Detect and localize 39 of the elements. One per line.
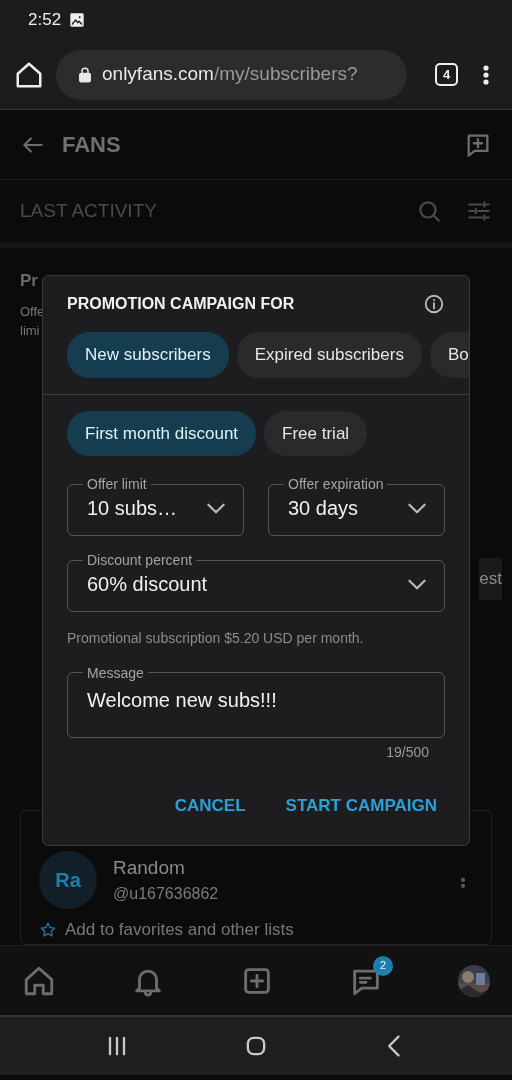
unread-badge: 2 bbox=[373, 955, 393, 976]
message-text: Welcome new subs!!! bbox=[87, 688, 278, 714]
offer-type-chip[interactable]: Free trial bbox=[264, 410, 368, 456]
avatar: Ra bbox=[39, 851, 97, 909]
field-label: Offer expiration bbox=[287, 476, 385, 493]
select-value: 60% discount bbox=[87, 571, 208, 597]
select-field[interactable]: Offer expiration 30 days bbox=[268, 476, 445, 536]
offer-type-chip[interactable]: First month discount bbox=[67, 410, 257, 456]
select-field[interactable]: Discount percent 60% discount bbox=[67, 551, 445, 612]
select-value: 30 days bbox=[288, 495, 359, 521]
select-field[interactable]: Offer limit 10 subs… bbox=[67, 476, 244, 536]
tab-count-button[interactable]: 4 bbox=[435, 63, 458, 86]
status-time: 2:52 bbox=[28, 9, 62, 32]
filter-icon[interactable] bbox=[466, 198, 492, 224]
background-text: est bbox=[479, 558, 502, 600]
cancel-button[interactable]: CANCEL bbox=[166, 787, 254, 825]
lock-icon bbox=[76, 65, 94, 84]
field-label: Message bbox=[86, 664, 145, 682]
audience-chip[interactable]: Expired subscribers bbox=[236, 332, 422, 378]
image-icon bbox=[69, 12, 86, 28]
add-to-lists-link[interactable]: Add to favorites and other lists bbox=[65, 917, 294, 943]
fan-name[interactable]: Random bbox=[113, 853, 437, 883]
audience-chip[interactable]: Bo bbox=[429, 332, 469, 378]
start-campaign-button[interactable]: START CAMPAIGN bbox=[277, 787, 445, 825]
search-icon[interactable] bbox=[416, 198, 442, 224]
audience-chip[interactable]: New subscribers bbox=[67, 332, 229, 378]
dialog-title: PROMOTION CAMPAIGN FOR bbox=[67, 294, 295, 314]
select-value: 10 subs… bbox=[87, 495, 178, 521]
star-icon bbox=[39, 920, 57, 939]
character-counter: 19/500 bbox=[386, 743, 429, 763]
price-note: Promotional subscription $5.20 USD per month. bbox=[67, 628, 365, 648]
field-label: Offer limit bbox=[86, 476, 148, 493]
background-text: Pr bbox=[20, 270, 39, 292]
info-icon[interactable] bbox=[423, 293, 445, 315]
address-bar[interactable]: onlyfans.com/my/subscribers? bbox=[56, 49, 407, 100]
field-label: Discount percent bbox=[86, 551, 194, 569]
page-title: FANS bbox=[62, 131, 122, 159]
background-text: limi bbox=[20, 322, 41, 340]
fan-handle: @u167636862 bbox=[113, 884, 220, 905]
